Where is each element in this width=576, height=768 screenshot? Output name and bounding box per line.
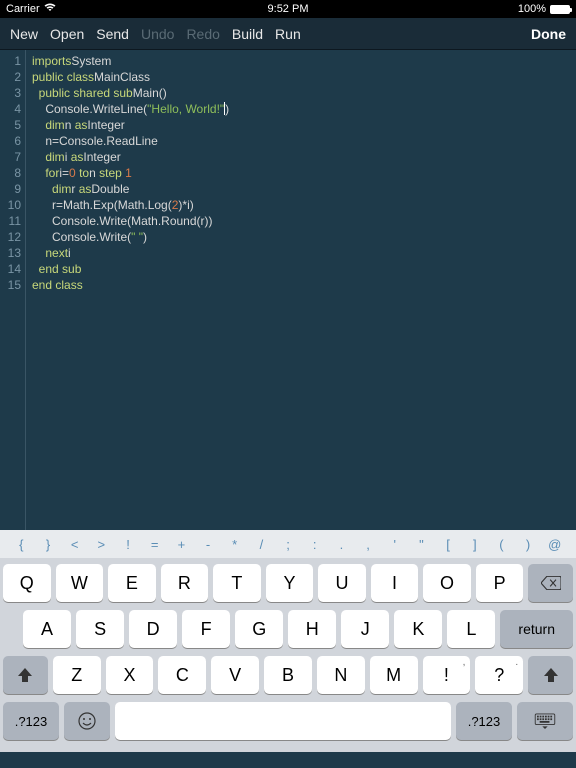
undo-button[interactable]: Undo [141, 26, 174, 42]
mode-key-right[interactable]: .?123 [456, 702, 512, 740]
symbol-key[interactable]: @ [541, 537, 568, 552]
key-s[interactable]: S [76, 610, 124, 648]
return-key[interactable]: return [500, 610, 573, 648]
keyboard: QWERTYUIOP ASDFGHJKLreturn ZXCVBNM!,?. .… [0, 558, 576, 752]
space-key[interactable] [115, 702, 451, 740]
emoji-key[interactable] [64, 702, 110, 740]
line-gutter: 123456789101112131415 [0, 50, 26, 530]
symbol-key[interactable]: : [301, 537, 328, 552]
key-j[interactable]: J [341, 610, 389, 648]
symbol-key[interactable]: / [248, 537, 275, 552]
redo-button[interactable]: Redo [186, 26, 219, 42]
open-button[interactable]: Open [50, 26, 84, 42]
symbol-key[interactable]: [ [435, 537, 462, 552]
backspace-key[interactable] [528, 564, 573, 602]
key-h[interactable]: H [288, 610, 336, 648]
key-i[interactable]: I [371, 564, 419, 602]
key-k[interactable]: K [394, 610, 442, 648]
symbol-shortcut-row: {}<>!=+-*/;:.,'"[]()@ [0, 530, 576, 558]
mode-key-left[interactable]: .?123 [3, 702, 59, 740]
key-m[interactable]: M [370, 656, 418, 694]
shift-key-right[interactable] [528, 656, 573, 694]
hide-keyboard-key[interactable] [517, 702, 573, 740]
key-l[interactable]: L [447, 610, 495, 648]
symbol-key[interactable]: " [408, 537, 435, 552]
carrier-label: Carrier [6, 3, 40, 15]
symbol-key[interactable]: , [355, 537, 382, 552]
symbol-key[interactable]: - [195, 537, 222, 552]
symbol-key[interactable]: ' [381, 537, 408, 552]
shift-key-left[interactable] [3, 656, 48, 694]
code-area[interactable]: importsSystempublic classMainClass publi… [26, 50, 229, 530]
send-button[interactable]: Send [96, 26, 129, 42]
key-punct[interactable]: !, [423, 656, 471, 694]
key-t[interactable]: T [213, 564, 261, 602]
key-b[interactable]: B [264, 656, 312, 694]
key-f[interactable]: F [182, 610, 230, 648]
key-y[interactable]: Y [266, 564, 314, 602]
key-g[interactable]: G [235, 610, 283, 648]
key-u[interactable]: U [318, 564, 366, 602]
new-button[interactable]: New [10, 26, 38, 42]
key-n[interactable]: N [317, 656, 365, 694]
key-punct[interactable]: ?. [475, 656, 523, 694]
key-v[interactable]: V [211, 656, 259, 694]
clock: 9:52 PM [268, 3, 309, 15]
symbol-key[interactable]: ( [488, 537, 515, 552]
key-x[interactable]: X [106, 656, 154, 694]
battery-pct: 100% [518, 3, 546, 15]
wifi-icon [44, 3, 56, 15]
key-z[interactable]: Z [53, 656, 101, 694]
symbol-key[interactable]: } [35, 537, 62, 552]
symbol-key[interactable]: ] [461, 537, 488, 552]
toolbar: New Open Send Undo Redo Build Run Done [0, 18, 576, 50]
key-c[interactable]: C [158, 656, 206, 694]
symbol-key[interactable]: ) [515, 537, 542, 552]
key-p[interactable]: P [476, 564, 524, 602]
key-o[interactable]: O [423, 564, 471, 602]
key-a[interactable]: A [23, 610, 71, 648]
key-e[interactable]: E [108, 564, 156, 602]
symbol-key[interactable]: < [61, 537, 88, 552]
battery-icon [550, 5, 570, 14]
symbol-key[interactable]: + [168, 537, 195, 552]
symbol-key[interactable]: ! [115, 537, 142, 552]
symbol-key[interactable]: = [141, 537, 168, 552]
symbol-key[interactable]: > [88, 537, 115, 552]
run-button[interactable]: Run [275, 26, 301, 42]
key-d[interactable]: D [129, 610, 177, 648]
done-button[interactable]: Done [531, 26, 566, 42]
key-w[interactable]: W [56, 564, 104, 602]
key-r[interactable]: R [161, 564, 209, 602]
code-editor[interactable]: 123456789101112131415 importsSystempubli… [0, 50, 576, 530]
symbol-key[interactable]: . [328, 537, 355, 552]
symbol-key[interactable]: * [221, 537, 248, 552]
build-button[interactable]: Build [232, 26, 263, 42]
symbol-key[interactable]: { [8, 537, 35, 552]
status-bar: Carrier 9:52 PM 100% [0, 0, 576, 18]
symbol-key[interactable]: ; [275, 537, 302, 552]
key-q[interactable]: Q [3, 564, 51, 602]
